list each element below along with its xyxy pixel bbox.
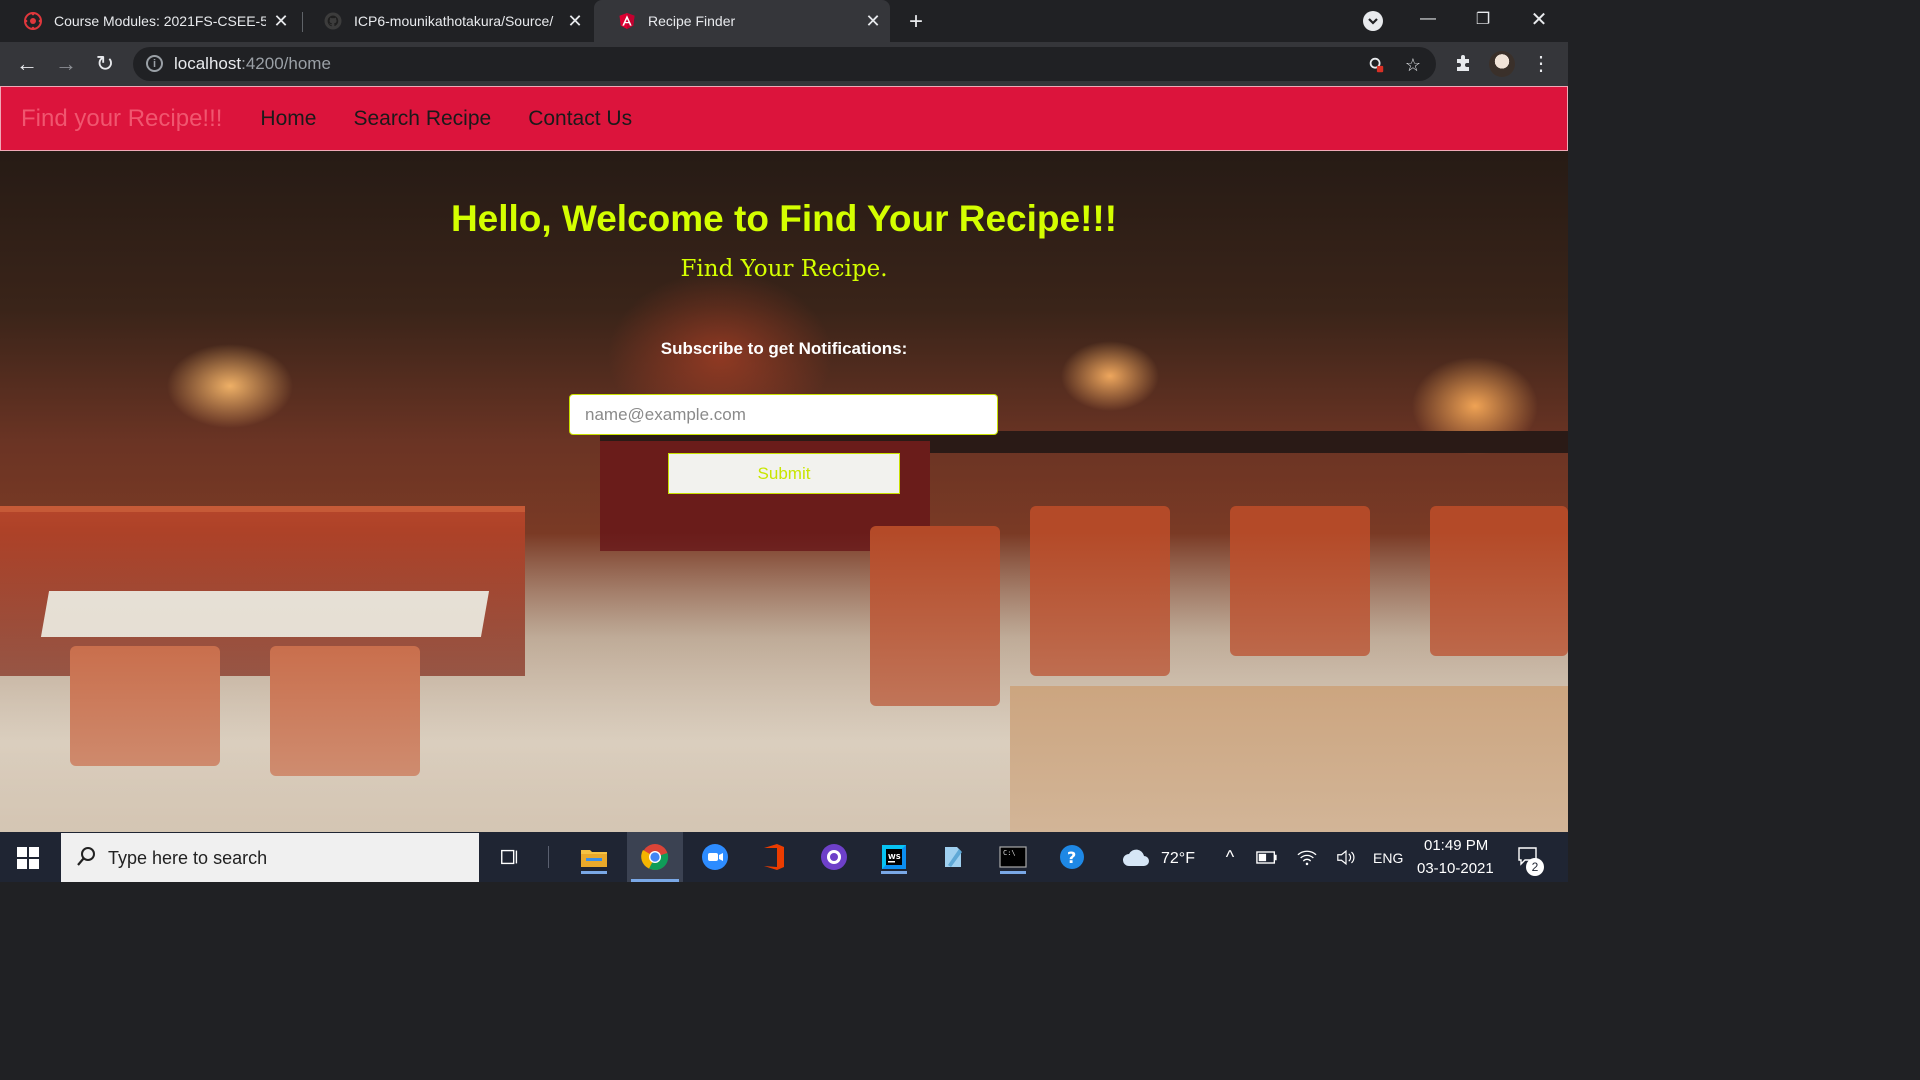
- chrome-taskbar-icon[interactable]: [627, 832, 683, 882]
- reload-icon[interactable]: ↻: [91, 50, 119, 78]
- office-icon[interactable]: [757, 840, 791, 874]
- site-info-icon[interactable]: i: [146, 55, 163, 72]
- back-icon[interactable]: ←: [13, 50, 41, 78]
- page-content: Find your Recipe!!! Home Search Recipe C…: [0, 86, 1568, 832]
- tab-github[interactable]: ICP6-mounikathotakura/Source/ ✕: [300, 0, 592, 42]
- hero-heading: Hello, Welcome to Find Your Recipe!!!: [0, 198, 1568, 240]
- clock-time[interactable]: 01:49 PM: [1424, 837, 1488, 854]
- window-close-icon[interactable]: ✕: [1519, 4, 1559, 34]
- angular-icon: [619, 13, 635, 29]
- volume-icon[interactable]: [1329, 840, 1363, 874]
- close-icon[interactable]: ✕: [564, 10, 586, 32]
- clock-date[interactable]: 03-10-2021: [1417, 860, 1494, 877]
- show-hidden-icons-chevron-icon[interactable]: ^: [1213, 840, 1247, 874]
- hero-prefix: Hello, Welcome to: [450, 198, 780, 239]
- url-path: :4200/home: [241, 54, 331, 73]
- language-indicator[interactable]: ENG: [1373, 850, 1403, 866]
- running-indicator: [881, 871, 907, 874]
- url-host: localhost: [174, 54, 242, 73]
- wifi-icon[interactable]: [1290, 840, 1324, 874]
- notepad-icon[interactable]: [936, 840, 970, 874]
- weather-cloud-icon[interactable]: [1120, 840, 1154, 874]
- brand-link[interactable]: Find your Recipe!!!: [21, 105, 222, 133]
- hero-strong: Find Your Recipe!!!: [779, 198, 1118, 239]
- task-view-icon[interactable]: [493, 840, 527, 874]
- svg-text:?: ?: [1067, 848, 1076, 867]
- windows-taskbar: Type here to search WS C:\ ? 72°F ^ ENG …: [0, 832, 1568, 882]
- tab-title: ICP6-mounikathotakura/Source/: [354, 13, 554, 29]
- help-icon[interactable]: ?: [1055, 840, 1089, 874]
- url-text[interactable]: localhost:4200/home: [174, 54, 331, 74]
- running-indicator: [631, 879, 679, 882]
- restore-icon[interactable]: ❐: [1463, 4, 1503, 34]
- browser-toolbar: ← → ↻ i localhost:4200/home ☆: [0, 42, 1568, 86]
- email-field[interactable]: [569, 394, 998, 435]
- blocked-popup-icon[interactable]: [1366, 55, 1386, 75]
- svg-text:WS: WS: [888, 853, 901, 861]
- nav-home[interactable]: Home: [260, 107, 316, 131]
- notification-count-badge: 2: [1526, 858, 1544, 876]
- new-tab-button[interactable]: +: [902, 8, 930, 36]
- github-desktop-icon[interactable]: [817, 840, 851, 874]
- tab-strip: Course Modules: 2021FS-CSEE-5 ✕ ICP6-mou…: [0, 0, 1568, 42]
- nav-contact-us[interactable]: Contact Us: [528, 107, 632, 131]
- bookmark-star-icon[interactable]: ☆: [1403, 55, 1423, 75]
- close-icon[interactable]: ✕: [862, 10, 884, 32]
- tab-search-icon[interactable]: [1363, 11, 1383, 31]
- weather-temp[interactable]: 72°F: [1161, 850, 1195, 868]
- subscribe-label: Subscribe to get Notifications:: [660, 339, 908, 358]
- search-icon: [77, 847, 95, 866]
- close-icon[interactable]: ✕: [270, 10, 292, 32]
- file-explorer-icon[interactable]: [577, 840, 611, 874]
- taskbar-divider: [548, 846, 549, 868]
- minimize-icon[interactable]: —: [1408, 4, 1448, 34]
- tab-title: Recipe Finder: [648, 13, 736, 29]
- battery-icon[interactable]: [1250, 840, 1284, 874]
- webstorm-icon[interactable]: WS: [877, 840, 911, 874]
- menu-icon[interactable]: ⋮: [1528, 50, 1554, 76]
- zoom-icon[interactable]: [698, 840, 732, 874]
- running-indicator: [581, 871, 607, 874]
- hero-subtitle: Find Your Recipe.: [680, 256, 888, 282]
- command-prompt-icon[interactable]: C:\: [996, 840, 1030, 874]
- taskbar-search-placeholder: Type here to search: [108, 848, 268, 868]
- running-indicator: [1000, 871, 1026, 874]
- tab-recipe-finder[interactable]: Recipe Finder ✕: [594, 0, 890, 42]
- site-navbar: Find your Recipe!!! Home Search Recipe C…: [0, 86, 1568, 151]
- forward-icon[interactable]: →: [52, 50, 80, 78]
- submit-button[interactable]: Submit: [668, 453, 900, 494]
- tab-course-modules[interactable]: Course Modules: 2021FS-CSEE-5 ✕: [0, 0, 298, 42]
- extensions-icon[interactable]: [1450, 50, 1476, 76]
- canvas-icon: [24, 12, 42, 30]
- github-icon: [324, 12, 342, 30]
- address-bar[interactable]: i localhost:4200/home ☆: [133, 47, 1436, 81]
- tab-title: Course Modules: 2021FS-CSEE-5: [54, 13, 266, 29]
- bg-floor: [0, 532, 1568, 832]
- windows-start-icon[interactable]: [17, 847, 39, 869]
- profile-avatar[interactable]: [1489, 51, 1515, 77]
- svg-text:C:\: C:\: [1003, 849, 1016, 857]
- taskbar-search-box[interactable]: Type here to search: [61, 833, 479, 882]
- nav-search-recipe[interactable]: Search Recipe: [353, 107, 491, 131]
